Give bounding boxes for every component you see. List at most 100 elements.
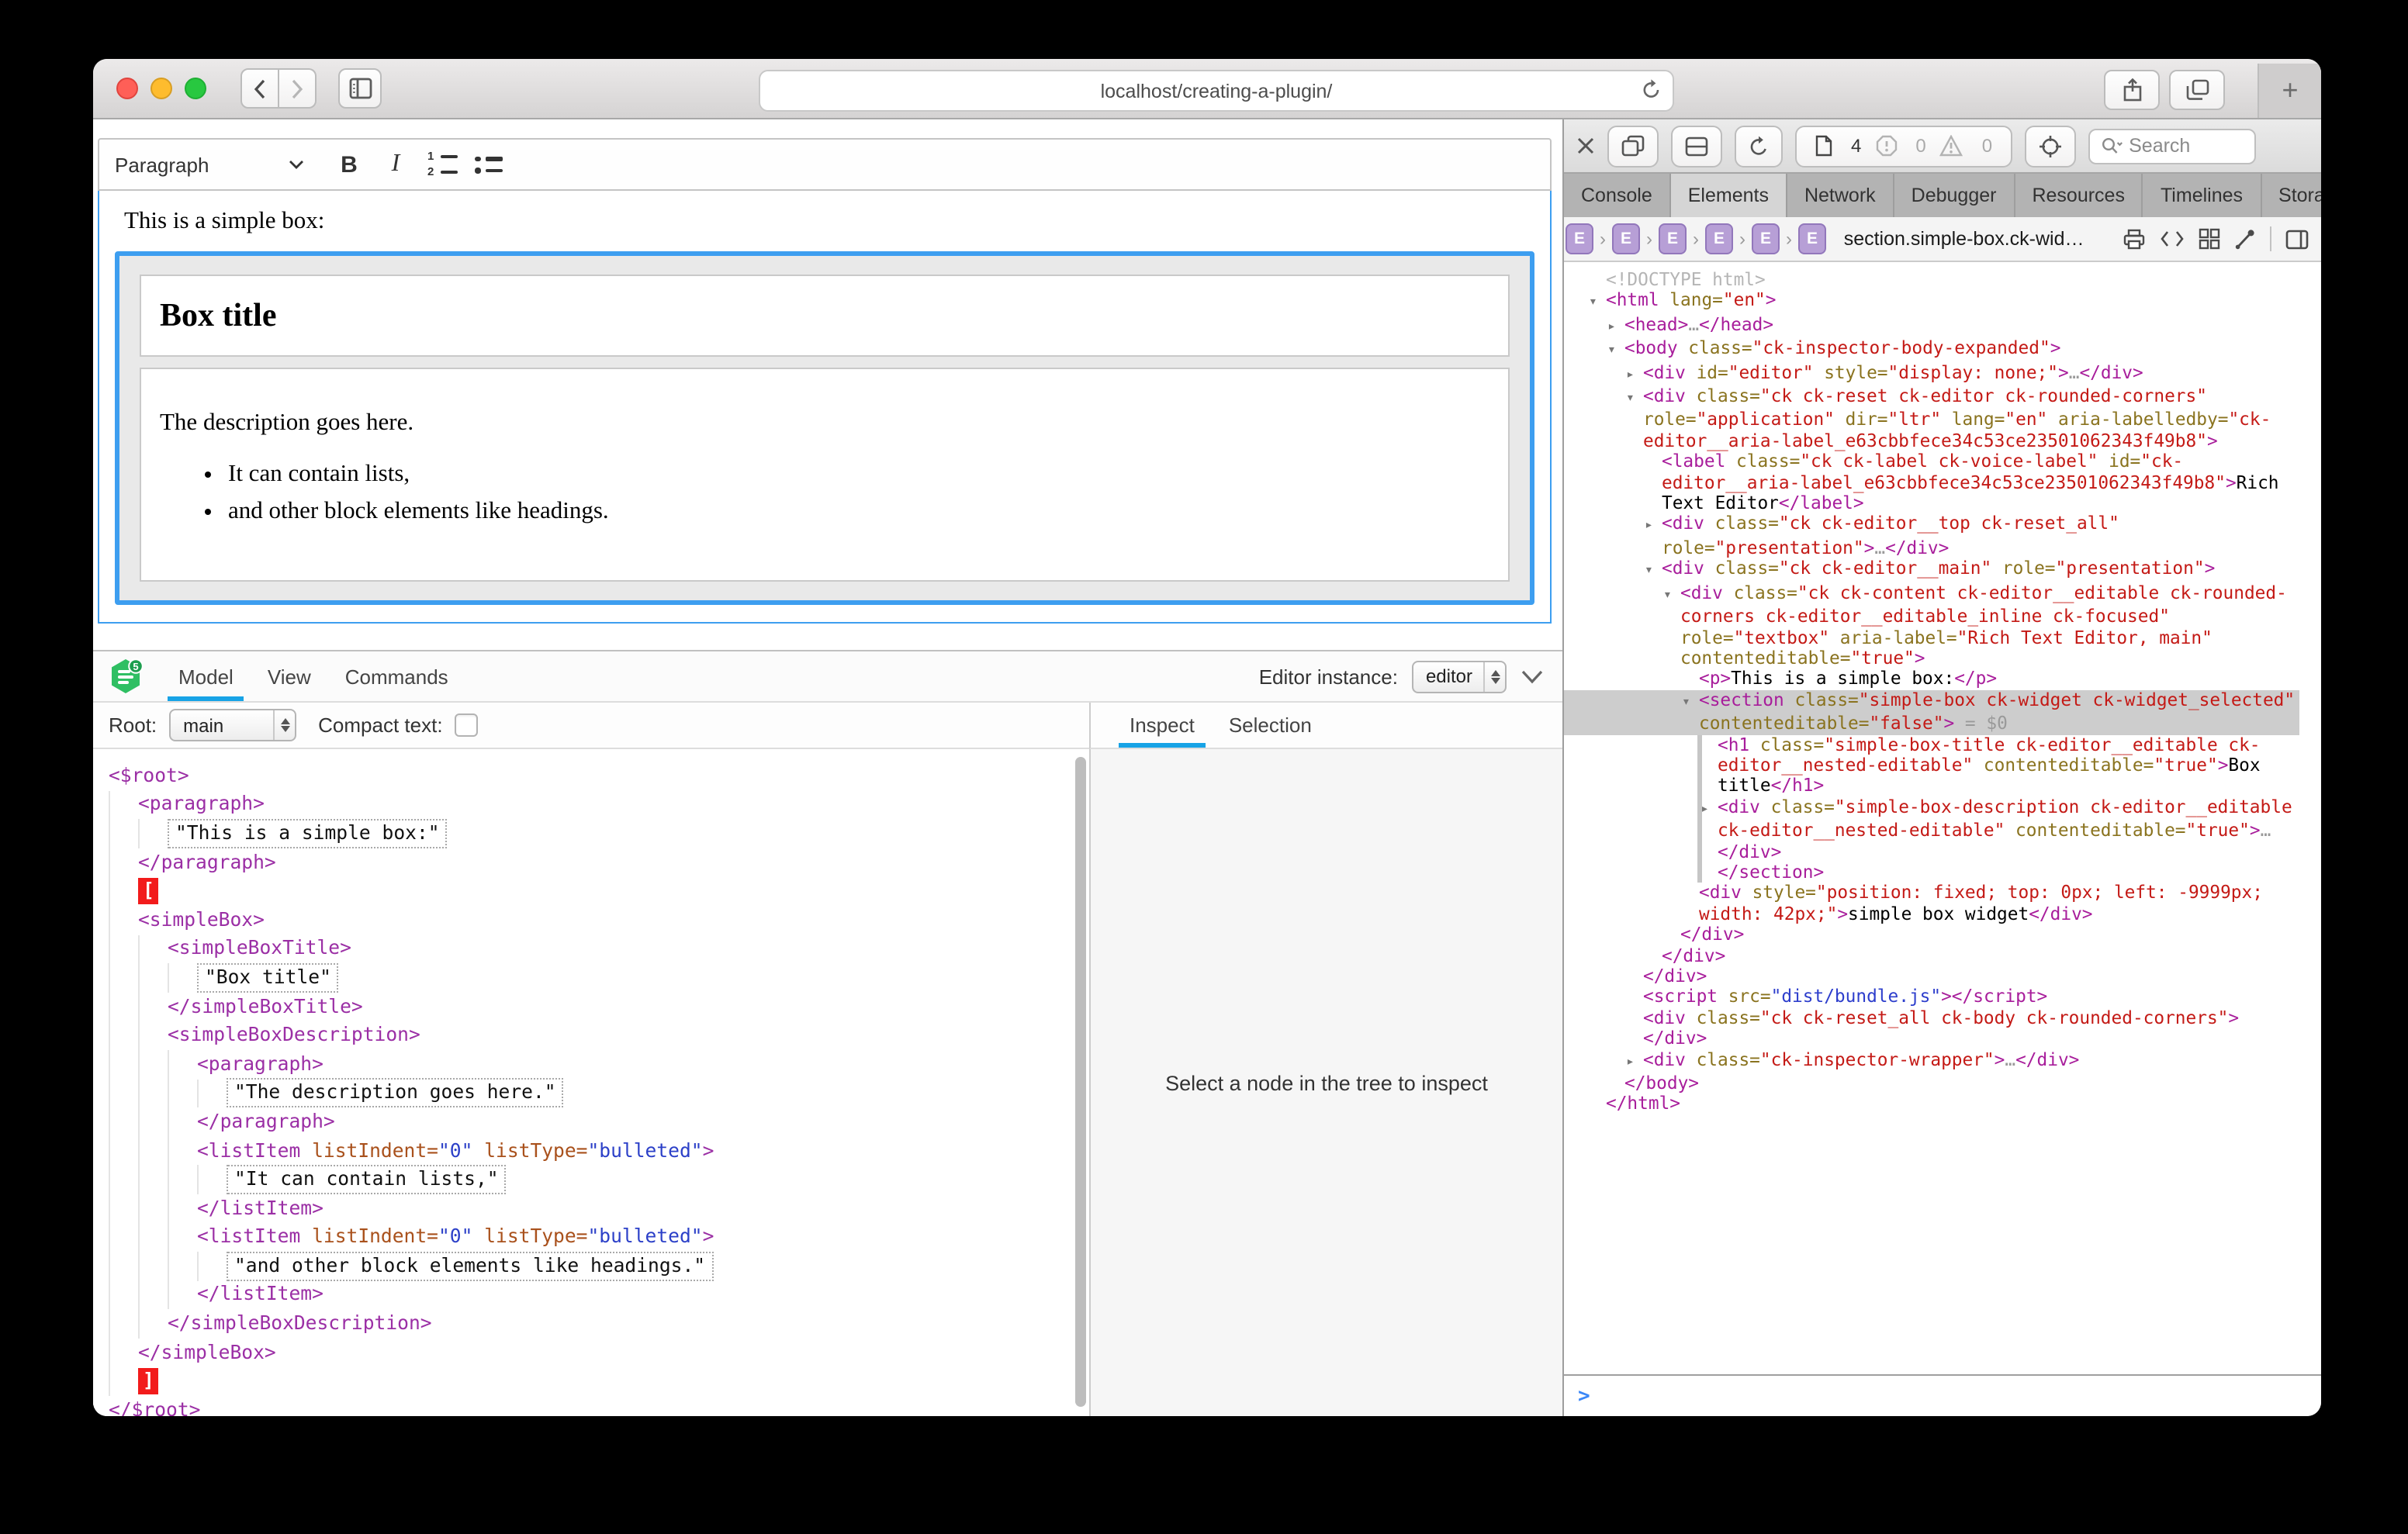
collapse-inspector-button[interactable] bbox=[1521, 669, 1544, 683]
list-item[interactable]: and other block elements like headings. bbox=[228, 496, 1489, 526]
model-tree-line[interactable]: </paragraph> bbox=[93, 848, 1089, 877]
dom-node[interactable]: <h1 class="simple-box-title ck-editor__e… bbox=[1564, 734, 2299, 796]
breadcrumb-selected-node[interactable]: section.simple-box.ck-wid… bbox=[1844, 228, 2085, 250]
dom-node[interactable]: <div style="position: fixed; top: 0px; l… bbox=[1564, 883, 2299, 925]
model-tree-line[interactable]: <$root> bbox=[93, 762, 1089, 790]
close-window-button[interactable] bbox=[116, 78, 138, 99]
model-tree-line[interactable]: "This is a simple box:" bbox=[93, 819, 1089, 848]
dom-node[interactable]: <div class="ck ck-reset_all ck-body ck-r… bbox=[1564, 1008, 2299, 1050]
zoom-window-button[interactable] bbox=[185, 78, 206, 99]
dom-node[interactable]: </div> bbox=[1564, 924, 2299, 945]
dom-node[interactable]: ▾<html lang="en"> bbox=[1564, 291, 2299, 315]
collapse-arrow-icon[interactable]: ▾ bbox=[1645, 562, 1662, 583]
grid-overlay-icon[interactable] bbox=[2199, 228, 2220, 250]
dom-tree[interactable]: <!DOCTYPE html>▾<html lang="en">▸<head>…… bbox=[1564, 262, 2321, 1374]
collapse-arrow-icon[interactable]: ▾ bbox=[1589, 294, 1606, 315]
simple-box-description[interactable]: The description goes here. It can contai… bbox=[140, 368, 1510, 582]
detach-inspector-button[interactable] bbox=[1607, 125, 1659, 167]
dom-node[interactable]: <!DOCTYPE html> bbox=[1564, 270, 2299, 291]
model-tree-line[interactable]: <listItem listIndent="0" listType="bulle… bbox=[93, 1223, 1089, 1252]
list-item[interactable]: It can contain lists, bbox=[228, 459, 1489, 489]
model-tree-line[interactable]: </paragraph> bbox=[93, 1107, 1089, 1136]
dom-node[interactable]: ▸<div class="ck-inspector-wrapper">…</di… bbox=[1564, 1049, 2299, 1073]
dom-node[interactable]: ▾<body class="ck-inspector-body-expanded… bbox=[1564, 338, 2299, 362]
address-bar[interactable]: localhost/creating-a-plugin/ bbox=[759, 70, 1674, 112]
model-tree-scrollbar[interactable] bbox=[1075, 757, 1086, 1407]
devtools-tab-elements[interactable]: Elements bbox=[1671, 174, 1787, 217]
dom-node[interactable]: <p>This is a simple box:</p> bbox=[1564, 669, 2299, 690]
reload-button[interactable] bbox=[1642, 78, 1662, 101]
simple-box-title[interactable]: Box title bbox=[140, 275, 1510, 357]
model-tree-line[interactable]: <listItem listIndent="0" listType="bulle… bbox=[93, 1136, 1089, 1165]
description-paragraph[interactable]: The description goes here. bbox=[160, 409, 1489, 437]
collapse-arrow-icon[interactable]: ▾ bbox=[1663, 586, 1680, 606]
console-prompt[interactable]: > bbox=[1564, 1374, 2321, 1416]
model-tree-line[interactable]: </simpleBoxTitle> bbox=[93, 993, 1089, 1021]
side-tab-selection[interactable]: Selection bbox=[1212, 701, 1329, 748]
root-select[interactable]: main bbox=[169, 709, 296, 741]
model-tree-line[interactable]: </simpleBoxDescription> bbox=[93, 1310, 1089, 1339]
forward-button[interactable] bbox=[279, 68, 317, 109]
dom-node[interactable]: </div> bbox=[1564, 966, 2299, 987]
breadcrumb-element-badge[interactable]: E bbox=[1659, 223, 1687, 254]
model-tree-line[interactable]: </listItem> bbox=[93, 1194, 1089, 1223]
devtools-tab-timelines[interactable]: Timelines bbox=[2143, 174, 2261, 217]
sidebar-button[interactable] bbox=[338, 68, 382, 109]
collapse-arrow-icon[interactable]: ▾ bbox=[1682, 693, 1699, 713]
expand-arrow-icon[interactable]: ▸ bbox=[1626, 1052, 1643, 1073]
dom-node[interactable]: ▸<div id="editor" style="display: none;"… bbox=[1564, 362, 2299, 386]
compact-text-checkbox[interactable] bbox=[455, 713, 479, 737]
devtools-tab-network[interactable]: Network bbox=[1787, 174, 1894, 217]
editor-editable[interactable]: This is a simple box: Box title The desc… bbox=[98, 191, 1552, 624]
paragraph-dropdown[interactable]: Paragraph bbox=[115, 153, 304, 176]
element-picker-button[interactable] bbox=[2025, 125, 2076, 167]
dom-node[interactable]: </html> bbox=[1564, 1094, 2299, 1115]
dom-node[interactable]: ▾<div class="ck ck-editor__main" role="p… bbox=[1564, 559, 2299, 583]
tab-overview-button[interactable] bbox=[2169, 70, 2225, 110]
source-code-icon[interactable] bbox=[2160, 230, 2185, 248]
inspector-tab-commands[interactable]: Commands bbox=[328, 651, 465, 701]
collapse-arrow-icon[interactable]: ▾ bbox=[1626, 389, 1643, 410]
italic-button[interactable]: I bbox=[372, 144, 419, 185]
minimize-window-button[interactable] bbox=[150, 78, 172, 99]
devtools-tab-debugger[interactable]: Debugger bbox=[1894, 174, 2015, 217]
model-tree-line[interactable]: <simpleBoxTitle> bbox=[93, 935, 1089, 963]
dock-split-button[interactable] bbox=[1671, 125, 1722, 167]
close-inspector-button[interactable] bbox=[1576, 136, 1595, 155]
breadcrumb-element-badge[interactable]: E bbox=[1752, 223, 1780, 254]
side-tab-inspect[interactable]: Inspect bbox=[1112, 701, 1212, 748]
dom-node[interactable]: </body> bbox=[1564, 1073, 2299, 1094]
dom-node[interactable]: </div> bbox=[1564, 945, 2299, 966]
bulleted-list-button[interactable] bbox=[465, 144, 512, 185]
inspector-tab-view[interactable]: View bbox=[251, 651, 328, 701]
collapse-arrow-icon[interactable]: ▾ bbox=[1607, 341, 1624, 362]
reload-page-button[interactable] bbox=[1735, 125, 1783, 167]
devtools-tab-console[interactable]: Console bbox=[1564, 174, 1671, 217]
model-tree-line[interactable]: <paragraph> bbox=[93, 790, 1089, 819]
breadcrumb-element-badge[interactable]: E bbox=[1566, 223, 1593, 254]
breadcrumb-element-badge[interactable]: E bbox=[1612, 223, 1640, 254]
editor-instance-select[interactable]: editor bbox=[1412, 660, 1507, 693]
inspector-tab-model[interactable]: Model bbox=[161, 651, 251, 701]
dom-node[interactable]: ▾<div class="ck ck-content ck-editor__ed… bbox=[1564, 582, 2299, 669]
dom-node[interactable]: ▸<div class="simple-box-description ck-e… bbox=[1564, 797, 2299, 862]
model-tree-line[interactable]: <simpleBox> bbox=[93, 906, 1089, 935]
print-icon[interactable] bbox=[2123, 228, 2146, 250]
model-tree-line[interactable]: </listItem> bbox=[93, 1280, 1089, 1309]
dom-node[interactable]: ▸<div class="ck ck-editor__top ck-reset_… bbox=[1564, 514, 2299, 559]
activity-summary[interactable]: 4 0 0 bbox=[1795, 125, 2012, 167]
dom-node[interactable]: </section> bbox=[1564, 862, 2299, 883]
model-tree-line[interactable]: [ bbox=[93, 877, 1089, 906]
model-tree[interactable]: <$root><paragraph>"This is a simple box:… bbox=[93, 749, 1089, 1416]
dom-node[interactable]: <script src="dist/bundle.js"></script> bbox=[1564, 987, 2299, 1008]
model-tree-line[interactable]: <paragraph> bbox=[93, 1050, 1089, 1079]
model-tree-line[interactable]: "Box title" bbox=[93, 963, 1089, 992]
model-tree-line[interactable]: "It can contain lists," bbox=[93, 1166, 1089, 1194]
breadcrumb-element-badge[interactable]: E bbox=[1705, 223, 1733, 254]
styles-brush-icon[interactable] bbox=[2234, 228, 2256, 250]
expand-arrow-icon[interactable]: ▸ bbox=[1700, 800, 1718, 821]
model-tree-line[interactable]: <simpleBoxDescription> bbox=[93, 1021, 1089, 1050]
devtools-tab-resources[interactable]: Resources bbox=[2015, 174, 2143, 217]
intro-paragraph[interactable]: This is a simple box: bbox=[99, 208, 1550, 236]
dom-node[interactable]: ▸<head>…</head> bbox=[1564, 315, 2299, 339]
